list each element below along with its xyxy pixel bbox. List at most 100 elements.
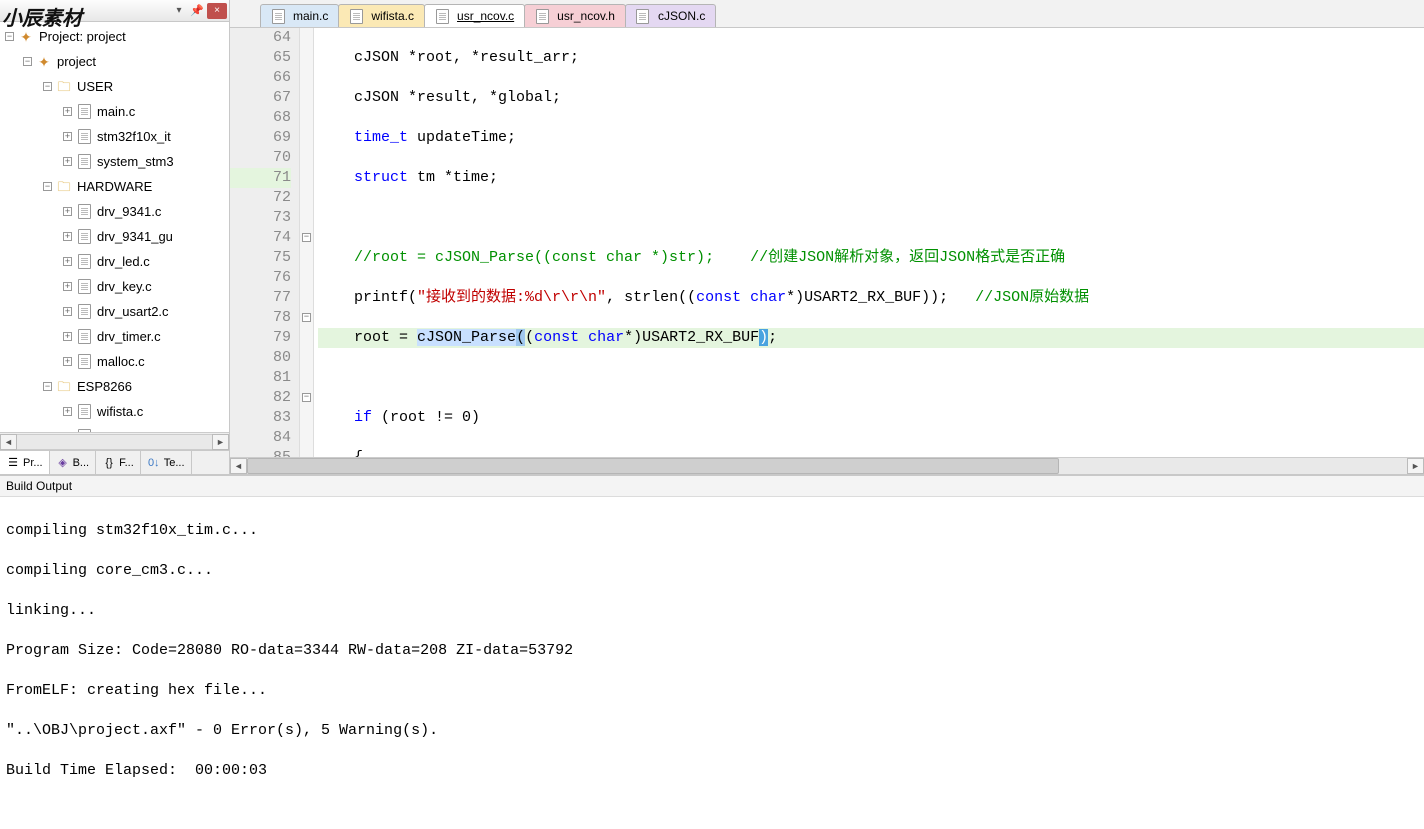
tab-main-c[interactable]: main.c: [260, 4, 339, 27]
line-number: 70: [230, 148, 291, 168]
scroll-right-icon[interactable]: ►: [1407, 458, 1424, 474]
functions-tab-icon: {}: [102, 456, 116, 470]
cfile-icon: [76, 154, 92, 170]
tab-label: main.c: [293, 9, 328, 23]
expander-icon[interactable]: +: [63, 282, 72, 291]
build-output-panel: Build Output compiling stm32f10x_tim.c..…: [0, 474, 1424, 829]
target-icon: ✦: [36, 54, 52, 70]
line-number: 72: [230, 188, 291, 208]
expander-icon[interactable]: +: [63, 107, 72, 116]
tab-wifista-c[interactable]: wifista.c: [338, 4, 425, 27]
scroll-right-icon[interactable]: ►: [212, 434, 229, 450]
tree-file[interactable]: + wifista.c: [0, 399, 229, 424]
tab-label: F...: [119, 457, 134, 469]
expander-icon[interactable]: +: [63, 407, 72, 416]
tree-root[interactable]: −✦Project: project: [0, 24, 229, 49]
line-number: 82: [230, 388, 291, 408]
code-line: if (root != 0): [318, 408, 1424, 428]
code-body[interactable]: cJSON *root, *result_arr; cJSON *result,…: [314, 28, 1424, 457]
expander-icon[interactable]: −: [43, 182, 52, 191]
tree-label: drv_usart2.c: [95, 300, 169, 324]
expander-icon[interactable]: +: [63, 307, 72, 316]
fold-icon[interactable]: −: [302, 233, 311, 242]
close-icon[interactable]: ×: [207, 3, 227, 19]
panel-tabs: ☰Pr... ◈B... {}F... 0↓Te...: [0, 450, 229, 474]
code-editor[interactable]: 64 65 66 67 68 69 70 71 72 73 74 75 76 7…: [230, 28, 1424, 457]
build-line: FromELF: creating hex file...: [6, 681, 1418, 701]
tab-usr-ncov-c[interactable]: usr_ncov.c: [424, 4, 525, 27]
expander-icon[interactable]: +: [63, 332, 72, 341]
tree-file[interactable]: + drv_timer.c: [0, 324, 229, 349]
line-number: 65: [230, 48, 291, 68]
tree-label: drv_timer.c: [95, 325, 161, 349]
build-line: compiling core_cm3.c...: [6, 561, 1418, 581]
code-line: cJSON *result, *global;: [318, 88, 1424, 108]
expander-icon[interactable]: +: [63, 232, 72, 241]
tree-label: wifista.c: [95, 400, 143, 424]
tree-file[interactable]: +drv_9341.c: [0, 199, 229, 224]
expander-icon[interactable]: +: [63, 207, 72, 216]
line-number: 69: [230, 128, 291, 148]
tree-file[interactable]: + drv_9341_gu: [0, 224, 229, 249]
expander-icon[interactable]: −: [43, 382, 52, 391]
line-number: 67: [230, 88, 291, 108]
build-output-body[interactable]: compiling stm32f10x_tim.c... compiling c…: [0, 497, 1424, 829]
panel-dropdown-icon[interactable]: ▾: [171, 3, 187, 19]
tree-folder-user[interactable]: −🗀USER: [0, 74, 229, 99]
scroll-track[interactable]: [17, 434, 212, 450]
expander-icon[interactable]: +: [63, 357, 72, 366]
scroll-track[interactable]: [247, 458, 1407, 474]
tree-folder-hardware[interactable]: −🗀HARDWARE: [0, 174, 229, 199]
build-output-title: Build Output: [0, 476, 1424, 497]
scroll-left-icon[interactable]: ◄: [0, 434, 17, 450]
tab-project[interactable]: ☰Pr...: [0, 451, 50, 474]
expander-icon[interactable]: +: [63, 132, 72, 141]
tree-folder-esp8266[interactable]: −🗀ESP8266: [0, 374, 229, 399]
build-line: "..\OBJ\project.axf" - 0 Error(s), 5 War…: [6, 721, 1418, 741]
tab-functions[interactable]: {}F...: [96, 451, 141, 474]
project-tab-icon: ☰: [6, 456, 20, 470]
tab-templates[interactable]: 0↓Te...: [141, 451, 192, 474]
expander-icon[interactable]: +: [63, 157, 72, 166]
line-number: 68: [230, 108, 291, 128]
tree-file[interactable]: +main.c: [0, 99, 229, 124]
scroll-thumb[interactable]: [247, 458, 1059, 474]
tab-cjson-c[interactable]: cJSON.c: [625, 4, 716, 27]
tree-hscroll[interactable]: ◄►: [0, 432, 229, 450]
code-line: [318, 208, 1424, 228]
expander-icon[interactable]: +: [63, 257, 72, 266]
tab-label: Te...: [164, 457, 185, 469]
cfile-icon: [348, 8, 364, 24]
line-number: 79: [230, 328, 291, 348]
build-line: linking...: [6, 601, 1418, 621]
hfile-icon: [534, 8, 550, 24]
tab-label: wifista.c: [371, 9, 414, 23]
tab-books[interactable]: ◈B...: [50, 451, 97, 474]
scroll-left-icon[interactable]: ◄: [230, 458, 247, 474]
tree-project[interactable]: −✦project: [0, 49, 229, 74]
fold-icon[interactable]: −: [302, 393, 311, 402]
line-number: 76: [230, 268, 291, 288]
line-number: 64: [230, 28, 291, 48]
expander-icon[interactable]: −: [23, 57, 32, 66]
tree-label: drv_9341_gu: [95, 225, 173, 249]
folder-icon: 🗀: [56, 179, 72, 195]
pin-icon[interactable]: 📌: [189, 3, 205, 19]
tree-file[interactable]: +drv_led.c: [0, 249, 229, 274]
tree-file[interactable]: +malloc.c: [0, 349, 229, 374]
tab-usr-ncov-h[interactable]: usr_ncov.h: [524, 4, 626, 27]
expander-icon[interactable]: −: [43, 82, 52, 91]
fold-column[interactable]: − − −: [300, 28, 314, 457]
tree-label: ESP8266: [75, 375, 132, 399]
project-tree[interactable]: −✦Project: project −✦project −🗀USER +mai…: [0, 22, 229, 432]
tree-file[interactable]: +cJSON.c: [0, 424, 229, 432]
tree-file[interactable]: +drv_key.c: [0, 274, 229, 299]
tree-file[interactable]: + drv_usart2.c: [0, 299, 229, 324]
tree-file[interactable]: +system_stm3: [0, 149, 229, 174]
fold-icon[interactable]: −: [302, 313, 311, 322]
editor-hscroll[interactable]: ◄ ►: [230, 457, 1424, 474]
code-line-current: root = cJSON_Parse((const char*)USART2_R…: [318, 328, 1424, 348]
tree-file[interactable]: +stm32f10x_it: [0, 124, 229, 149]
expander-icon[interactable]: −: [5, 32, 14, 41]
books-tab-icon: ◈: [56, 456, 70, 470]
